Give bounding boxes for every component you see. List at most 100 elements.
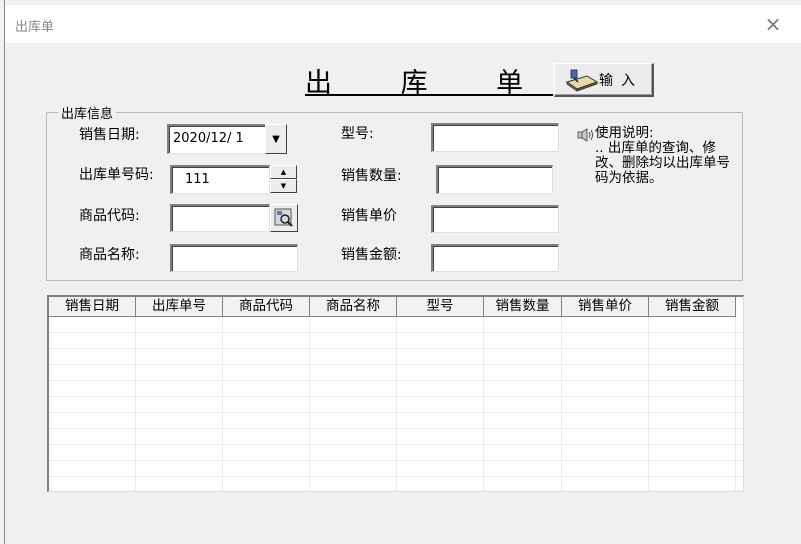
input-button[interactable]: 输入	[554, 63, 654, 97]
model-field[interactable]	[431, 123, 559, 152]
table-cell[interactable]	[484, 317, 562, 333]
table-cell[interactable]	[49, 445, 136, 461]
table-cell[interactable]	[136, 445, 223, 461]
table-row[interactable]	[49, 349, 743, 365]
table-cell[interactable]	[397, 413, 484, 429]
table-cell[interactable]	[484, 461, 562, 477]
table-cell[interactable]	[223, 477, 310, 491]
column-header-quantity[interactable]: 销售数量	[484, 297, 562, 317]
table-row[interactable]	[49, 445, 743, 461]
table-cell[interactable]	[649, 349, 736, 365]
table-cell[interactable]	[49, 333, 136, 349]
column-header-amount[interactable]: 销售金额	[649, 297, 736, 317]
table-cell[interactable]	[49, 381, 136, 397]
table-cell[interactable]	[310, 477, 397, 491]
table-cell[interactable]	[49, 349, 136, 365]
column-header-unit-price[interactable]: 销售单价	[562, 297, 649, 317]
table-cell[interactable]	[223, 381, 310, 397]
table-row[interactable]	[49, 365, 743, 381]
table-cell[interactable]	[310, 333, 397, 349]
table-cell[interactable]	[136, 413, 223, 429]
table-cell[interactable]	[484, 445, 562, 461]
table-cell[interactable]	[397, 397, 484, 413]
product-code-field[interactable]	[170, 204, 270, 232]
table-cell[interactable]	[310, 397, 397, 413]
table-cell[interactable]	[136, 365, 223, 381]
table-cell[interactable]	[649, 477, 736, 491]
table-row[interactable]	[49, 317, 743, 333]
table-cell[interactable]	[310, 461, 397, 477]
table-cell[interactable]	[397, 333, 484, 349]
table-cell[interactable]	[562, 317, 649, 333]
table-cell[interactable]	[562, 381, 649, 397]
table-cell[interactable]	[223, 461, 310, 477]
table-row[interactable]	[49, 381, 743, 397]
table-cell[interactable]	[649, 429, 736, 445]
table-cell[interactable]	[484, 349, 562, 365]
table-cell[interactable]	[223, 429, 310, 445]
product-search-button[interactable]	[270, 204, 298, 232]
spin-up-button[interactable]: ▲	[270, 165, 297, 179]
table-cell[interactable]	[49, 477, 136, 491]
table-cell[interactable]	[223, 333, 310, 349]
table-cell[interactable]	[649, 397, 736, 413]
table-cell[interactable]	[562, 461, 649, 477]
table-cell[interactable]	[223, 445, 310, 461]
table-cell[interactable]	[484, 365, 562, 381]
product-name-field[interactable]	[170, 244, 298, 272]
table-cell[interactable]	[562, 445, 649, 461]
table-cell[interactable]	[49, 317, 136, 333]
table-cell[interactable]	[649, 317, 736, 333]
table-cell[interactable]	[484, 397, 562, 413]
table-cell[interactable]	[136, 429, 223, 445]
table-cell[interactable]	[310, 365, 397, 381]
unit-price-field[interactable]	[431, 205, 559, 233]
table-cell[interactable]	[397, 317, 484, 333]
table-cell[interactable]	[484, 413, 562, 429]
table-cell[interactable]	[223, 317, 310, 333]
table-row[interactable]	[49, 397, 743, 413]
table-cell[interactable]	[562, 429, 649, 445]
table-cell[interactable]	[397, 477, 484, 491]
table-cell[interactable]	[562, 477, 649, 491]
quantity-field[interactable]	[436, 165, 553, 194]
table-cell[interactable]	[49, 365, 136, 381]
table-cell[interactable]	[223, 365, 310, 381]
table-cell[interactable]	[310, 429, 397, 445]
table-cell[interactable]	[649, 333, 736, 349]
column-header-model[interactable]: 型号	[397, 297, 484, 317]
table-cell[interactable]	[310, 349, 397, 365]
table-cell[interactable]	[649, 365, 736, 381]
date-dropdown-button[interactable]: ▼	[265, 124, 287, 154]
table-cell[interactable]	[649, 413, 736, 429]
table-cell[interactable]	[562, 333, 649, 349]
table-cell[interactable]	[136, 397, 223, 413]
table-cell[interactable]	[649, 445, 736, 461]
table-row[interactable]	[49, 477, 743, 491]
table-cell[interactable]	[649, 381, 736, 397]
table-cell[interactable]	[223, 397, 310, 413]
table-cell[interactable]	[562, 397, 649, 413]
table-cell[interactable]	[397, 445, 484, 461]
table-cell[interactable]	[136, 477, 223, 491]
table-cell[interactable]	[397, 365, 484, 381]
table-cell[interactable]	[649, 461, 736, 477]
table-cell[interactable]	[310, 381, 397, 397]
order-no-spinner[interactable]: ▲ ▼	[270, 165, 297, 194]
outbound-grid[interactable]: 销售日期 出库单号 商品代码 商品名称 型号 销售数量 销售单价 销售金额	[47, 295, 744, 492]
table-cell[interactable]	[484, 477, 562, 491]
table-cell[interactable]	[136, 333, 223, 349]
column-header-sale-date[interactable]: 销售日期	[49, 297, 136, 317]
table-cell[interactable]	[562, 349, 649, 365]
spin-down-button[interactable]: ▼	[270, 179, 297, 193]
table-cell[interactable]	[484, 429, 562, 445]
table-cell[interactable]	[310, 413, 397, 429]
table-cell[interactable]	[484, 381, 562, 397]
table-cell[interactable]	[49, 397, 136, 413]
column-header-order-no[interactable]: 出库单号	[136, 297, 223, 317]
table-cell[interactable]	[136, 461, 223, 477]
table-cell[interactable]	[562, 365, 649, 381]
order-no-field[interactable]: 111	[170, 165, 270, 194]
table-cell[interactable]	[136, 349, 223, 365]
table-cell[interactable]	[49, 413, 136, 429]
